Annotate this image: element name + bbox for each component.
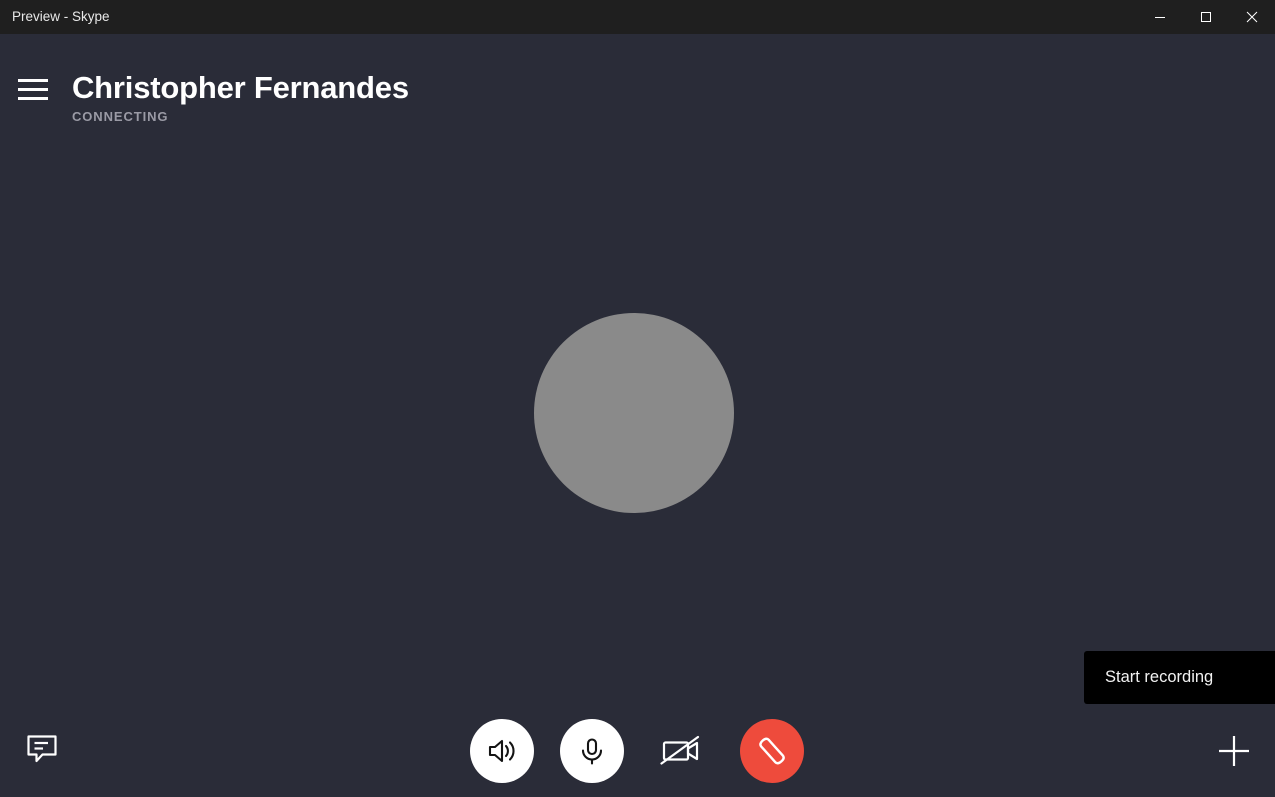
maximize-button[interactable] — [1183, 0, 1229, 34]
video-toggle-button[interactable] — [653, 723, 711, 779]
minimize-button[interactable] — [1137, 0, 1183, 34]
hamburger-line — [18, 79, 48, 82]
speaker-icon — [488, 739, 515, 763]
skype-call-window: Preview - Skype Christopher Fernandes CO… — [0, 0, 1275, 797]
call-controls-bar — [0, 699, 1275, 797]
close-icon — [1246, 11, 1258, 23]
tooltip: Start recording — [1084, 651, 1275, 704]
hamburger-menu-icon[interactable] — [18, 79, 48, 101]
tooltip-label: Start recording — [1105, 668, 1214, 686]
speaker-button[interactable] — [470, 719, 534, 783]
end-call-icon — [759, 737, 785, 765]
chat-button[interactable] — [24, 732, 60, 768]
call-stage — [0, 139, 1275, 699]
maximize-icon — [1201, 12, 1211, 22]
caller-name: Christopher Fernandes — [72, 70, 409, 105]
hamburger-line — [18, 97, 48, 100]
window-controls — [1137, 0, 1275, 34]
window-title: Preview - Skype — [12, 9, 110, 24]
microphone-icon — [581, 738, 603, 765]
call-status: CONNECTING — [72, 109, 169, 124]
minimize-icon — [1155, 17, 1165, 18]
hamburger-line — [18, 88, 48, 91]
close-button[interactable] — [1229, 0, 1275, 34]
call-header: Christopher Fernandes CONNECTING — [0, 34, 1275, 139]
add-people-button[interactable] — [1215, 732, 1253, 770]
microphone-button[interactable] — [560, 719, 624, 783]
plus-icon — [1219, 736, 1249, 766]
end-call-button[interactable] — [740, 719, 804, 783]
chat-icon — [27, 735, 57, 763]
avatar — [534, 313, 734, 513]
title-bar: Preview - Skype — [0, 0, 1275, 34]
video-off-icon — [660, 735, 700, 765]
